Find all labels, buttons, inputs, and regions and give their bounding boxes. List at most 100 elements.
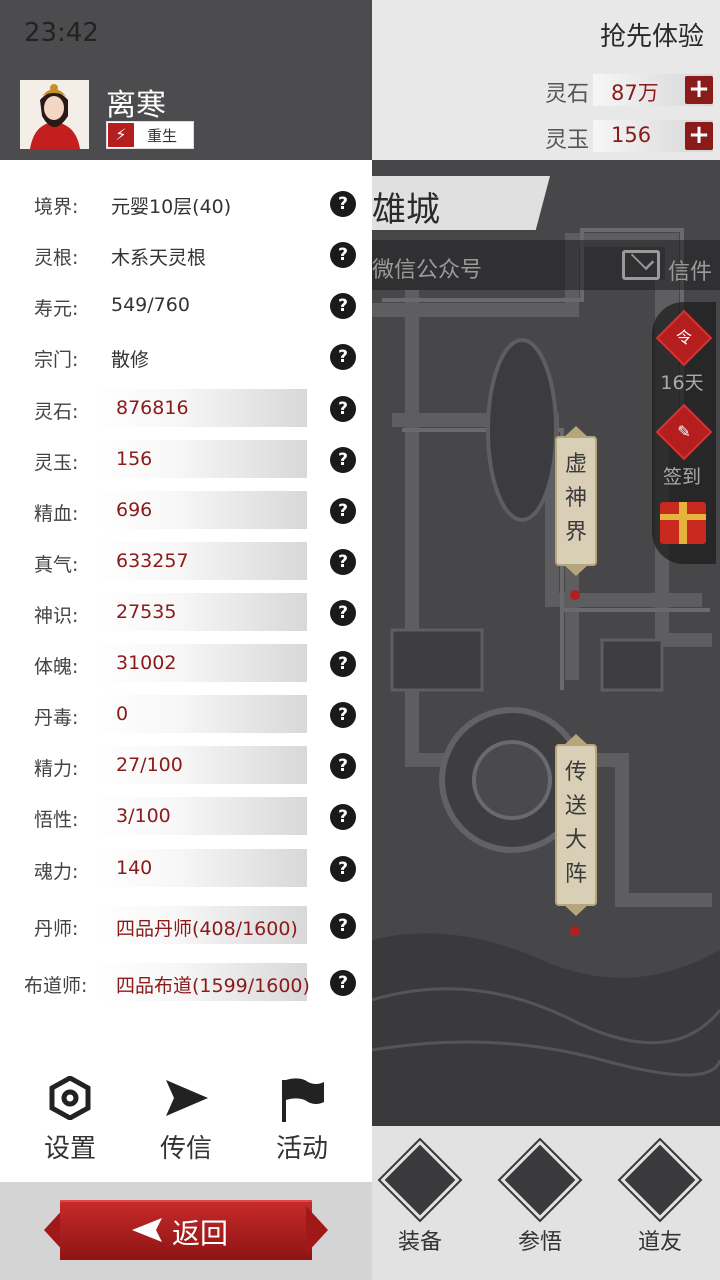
help-icon[interactable]: ?	[330, 913, 356, 939]
drawer-header: 23:42 离寒 ⚡ 重生	[0, 0, 372, 160]
stat-row: 宗门: 散修 ?	[0, 337, 372, 377]
flag-icon	[282, 1078, 324, 1122]
lightning-icon: ⚡	[108, 123, 134, 147]
resource-label: 灵石	[545, 82, 590, 107]
stat-value-bar: 27/100	[91, 746, 307, 784]
nav-comprehend[interactable]: 参悟	[490, 1137, 590, 1270]
help-icon[interactable]: ?	[330, 498, 356, 524]
stat-value: 876816	[116, 397, 189, 419]
stat-row: 寿元: 549/760 ?	[0, 286, 372, 326]
stat-label: 精力:	[34, 758, 79, 780]
stat-row: 灵根: 木系天灵根 ?	[0, 235, 372, 275]
stat-label: 境界:	[34, 196, 79, 218]
stat-value: 27535	[116, 601, 177, 623]
add-spirit-stone-button[interactable]: +	[685, 76, 713, 104]
stat-row: 布道师: 四品布道(1599/1600) ?	[0, 963, 372, 1003]
send-message-button[interactable]: 传信	[136, 1076, 236, 1166]
help-icon[interactable]: ?	[330, 970, 356, 996]
stat-label: 精血:	[34, 503, 79, 525]
help-icon[interactable]: ?	[330, 549, 356, 575]
stat-label: 灵根:	[34, 247, 79, 269]
wechat-account-link[interactable]: 微信公众号	[372, 252, 482, 284]
checkin-label: 签到	[662, 466, 701, 488]
settings-icon	[49, 1076, 91, 1120]
place-teleport-array[interactable]: 传送大阵	[555, 744, 597, 906]
stat-value-bar: 四品布道(1599/1600)	[91, 963, 310, 1001]
stat-value-bar: 696	[91, 491, 307, 529]
stat-label: 丹师:	[34, 918, 79, 940]
resource-value: 156	[611, 123, 652, 147]
help-icon[interactable]: ?	[330, 447, 356, 473]
stat-label: 寿元:	[34, 298, 79, 320]
activity-button[interactable]: 活动	[252, 1076, 352, 1166]
stat-value-bar: 0	[91, 695, 307, 733]
stat-value: 元婴10层(40)	[111, 196, 232, 218]
stat-label: 灵石:	[34, 401, 79, 423]
character-drawer: 23:42 离寒 ⚡ 重生 境界: 元婴10层(40) ? 灵根: 木系天灵根 …	[0, 0, 372, 1280]
stat-value: 木系天灵根	[111, 247, 207, 269]
stat-row: 精力: 27/100 ?	[0, 746, 372, 786]
avatar-portrait	[20, 80, 89, 149]
character-name: 离寒	[106, 88, 166, 123]
stat-value-bar: 633257	[91, 542, 307, 580]
help-icon[interactable]: ?	[330, 753, 356, 779]
stat-value-bar: 156	[91, 440, 307, 478]
activity-label: 活动	[275, 1134, 328, 1164]
stat-row: 真气: 633257 ?	[0, 542, 372, 582]
early-access-button[interactable]: 抢先体验	[600, 16, 704, 53]
settings-button[interactable]: 设置	[20, 1076, 120, 1166]
stat-value: 156	[116, 448, 153, 470]
help-icon[interactable]: ?	[330, 856, 356, 882]
mail-icon[interactable]	[622, 250, 660, 280]
return-button-cap	[306, 1206, 328, 1254]
stat-value: 31002	[116, 652, 177, 674]
help-icon[interactable]: ?	[330, 191, 356, 217]
help-icon[interactable]: ?	[330, 293, 356, 319]
stat-value-bar: 140	[91, 849, 307, 887]
nav-label: 装备	[397, 1230, 442, 1255]
stat-value: 四品布道(1599/1600)	[116, 975, 310, 997]
stat-value-bar: 3/100	[91, 797, 307, 835]
stat-value: 四品丹师(408/1600)	[116, 918, 298, 940]
help-icon[interactable]: ?	[330, 344, 356, 370]
rebirth-label: 重生	[147, 127, 178, 145]
stat-row: 灵石: 876816 ?	[0, 389, 372, 429]
help-icon[interactable]: ?	[330, 702, 356, 728]
help-icon[interactable]: ?	[330, 804, 356, 830]
stat-label: 布道师:	[24, 975, 88, 997]
help-icon[interactable]: ?	[330, 396, 356, 422]
stat-row: 魂力: 140 ?	[0, 849, 372, 889]
send-icon	[166, 1080, 208, 1116]
command-token-days: 16天	[660, 372, 704, 394]
return-label: 返回	[172, 1217, 229, 1250]
nav-friends[interactable]: 道友	[610, 1137, 710, 1270]
stat-value: 0	[116, 703, 129, 725]
stat-row: 灵玉: 156 ?	[0, 440, 372, 480]
stat-value: 3/100	[116, 805, 171, 827]
add-spirit-jade-button[interactable]: +	[685, 122, 713, 150]
settings-label: 设置	[43, 1134, 96, 1164]
rebirth-button[interactable]: ⚡ 重生	[106, 121, 194, 149]
stat-value-bar: 31002	[91, 644, 307, 682]
place-xushenjie[interactable]: 虚神界	[555, 436, 597, 566]
stat-value-bar: 876816	[91, 389, 307, 427]
stat-value: 140	[116, 857, 153, 879]
mail-label[interactable]: 信件	[668, 254, 712, 286]
status-time: 23:42	[24, 18, 99, 48]
resource-spirit-stone: 灵石 87万 +	[545, 74, 717, 108]
checkin-glyph: ✎	[677, 422, 691, 441]
help-icon[interactable]: ?	[330, 242, 356, 268]
stat-value: 27/100	[116, 754, 183, 776]
friends-icon	[617, 1137, 703, 1223]
help-icon[interactable]: ?	[330, 600, 356, 626]
resource-label: 灵玉	[545, 128, 590, 153]
gift-icon[interactable]	[660, 502, 706, 544]
return-button[interactable]: 返回	[44, 1200, 328, 1260]
stat-label: 悟性:	[34, 809, 79, 831]
place-marker-dot	[570, 590, 580, 600]
avatar[interactable]	[20, 80, 89, 149]
city-name: 雄城	[372, 190, 440, 230]
stat-row: 体魄: 31002 ?	[0, 644, 372, 684]
nav-equipment[interactable]: 装备	[370, 1137, 470, 1270]
help-icon[interactable]: ?	[330, 651, 356, 677]
